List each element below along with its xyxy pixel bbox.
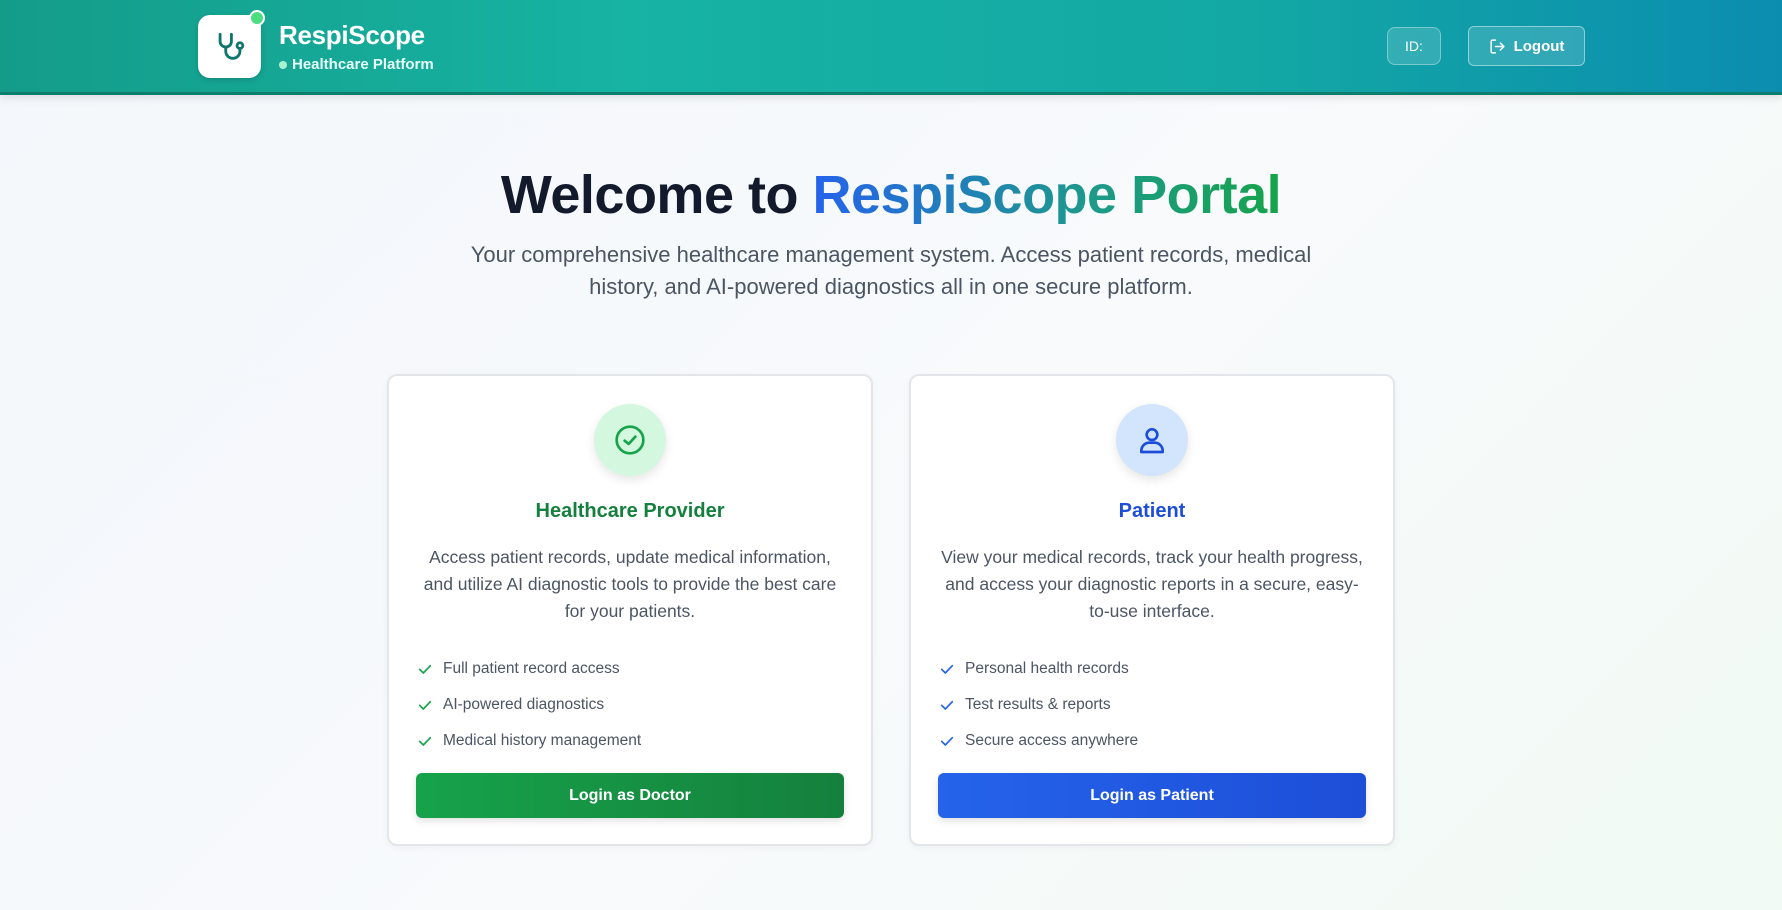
check-icon: [940, 700, 954, 710]
doctor-card: Healthcare Provider Access patient recor…: [387, 374, 873, 846]
check-icon: [940, 664, 954, 674]
patient-feature-list: Personal health records Test results & r…: [939, 651, 1138, 759]
feature-item: Personal health records: [939, 651, 1138, 687]
feature-item: AI-powered diagnostics: [417, 687, 641, 723]
feature-item: Full patient record access: [417, 651, 641, 687]
doctor-card-title: Healthcare Provider: [535, 500, 725, 522]
feature-item: Medical history management: [417, 723, 641, 759]
feature-item: Test results & reports: [939, 687, 1138, 723]
brand-subtitle-text: Healthcare Platform: [292, 56, 434, 73]
login-patient-button[interactable]: Login as Patient: [938, 773, 1366, 818]
brand-name: RespiScope: [279, 20, 425, 50]
title-highlight: RespiScope Portal: [812, 165, 1282, 225]
feature-label: Medical history management: [443, 732, 642, 749]
online-dot-icon: [279, 60, 287, 69]
doctor-feature-list: Full patient record access AI-powered di…: [417, 651, 641, 759]
feature-label: Test results & reports: [965, 696, 1111, 713]
check-icon: [418, 736, 432, 746]
feature-label: Personal health records: [965, 660, 1129, 677]
doctor-card-description: Access patient records, update medical i…: [423, 547, 837, 621]
doctor-card-icon-badge: [594, 404, 666, 476]
brand-subtitle: Healthcare Platform: [279, 56, 434, 73]
page-title: Welcome to RespiScope Portal: [0, 164, 1782, 226]
stethoscope-icon: [218, 32, 244, 60]
feature-label: AI-powered diagnostics: [443, 696, 605, 713]
check-icon: [418, 700, 432, 710]
logout-icon: [1490, 38, 1505, 54]
feature-item: Secure access anywhere: [939, 723, 1138, 759]
patient-card-title: Patient: [1118, 500, 1186, 522]
logout-button[interactable]: Logout: [1468, 26, 1585, 66]
title-prefix: Welcome to: [500, 165, 799, 225]
patient-card-icon-badge: [1116, 404, 1188, 476]
patient-card: Patient View your medical records, track…: [909, 374, 1395, 846]
check-circle-icon: [615, 425, 645, 455]
page-subtitle: Your comprehensive healthcare management…: [470, 242, 1312, 299]
patient-card-description: View your medical records, track your he…: [941, 547, 1363, 621]
feature-label: Full patient record access: [443, 660, 620, 677]
login-doctor-button[interactable]: Login as Doctor: [416, 773, 844, 818]
feature-label: Secure access anywhere: [965, 732, 1139, 749]
user-id-badge[interactable]: ID:: [1387, 27, 1441, 65]
status-dot: [249, 10, 265, 26]
user-icon: [1140, 428, 1164, 454]
check-icon: [940, 736, 954, 746]
top-header: RespiScope Healthcare Platform ID: Logou…: [0, 0, 1782, 95]
check-icon: [418, 664, 432, 674]
logout-label: Logout: [1513, 37, 1565, 55]
